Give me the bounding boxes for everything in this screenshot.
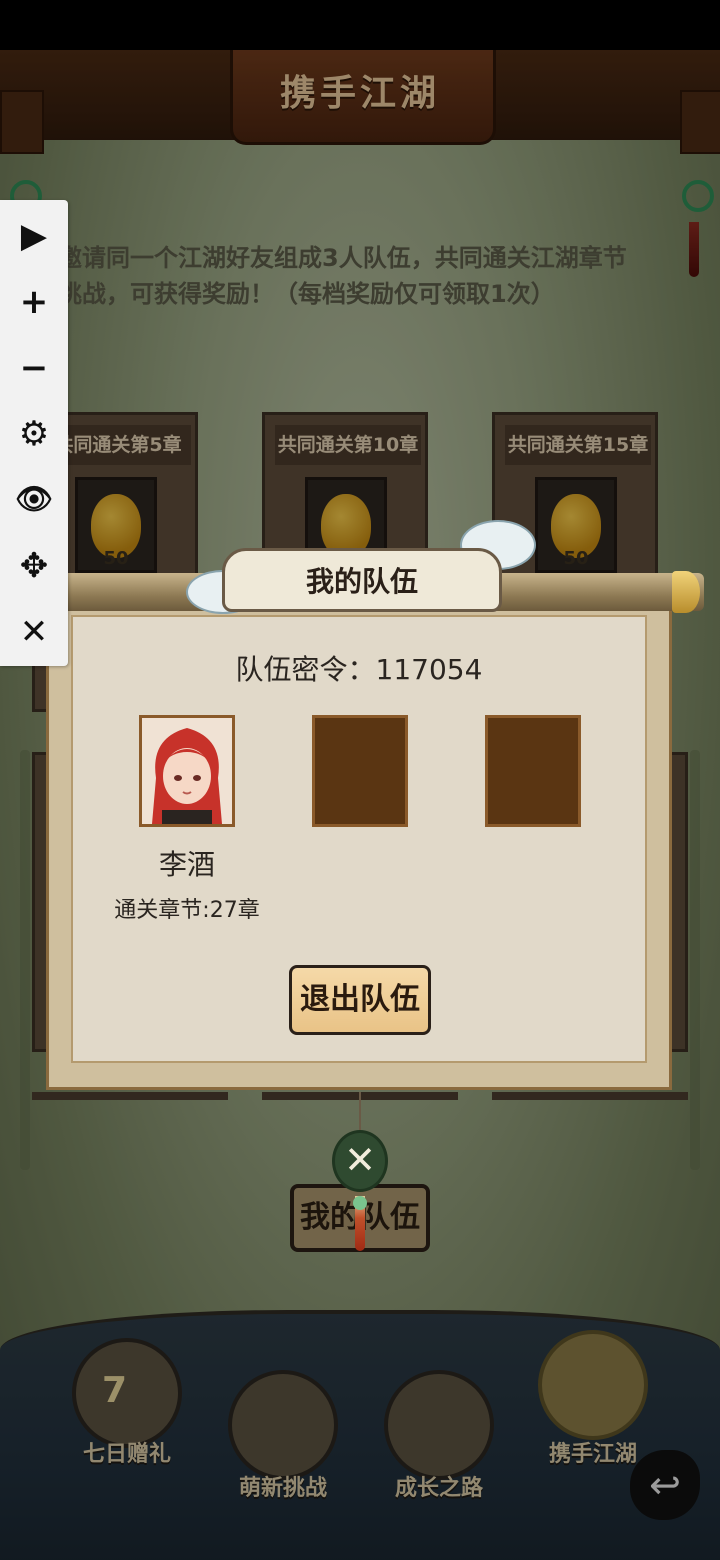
eye-icon[interactable]: 👁 — [14, 480, 54, 520]
member-slot[interactable] — [139, 715, 235, 827]
hang-string — [359, 1092, 361, 1132]
play-icon[interactable]: ▶ — [14, 216, 54, 256]
team-code: 队伍密令：117054 — [235, 653, 483, 686]
zoom-in-icon[interactable]: + — [14, 282, 54, 322]
dialog-title: 我的队伍 — [305, 565, 418, 598]
leave-team-button[interactable]: 退出队伍 — [289, 965, 431, 1035]
close-icon[interactable]: ✕ — [14, 612, 54, 652]
member-chapter: 通关章节:27章 — [114, 898, 260, 923]
jade-bead-icon — [353, 1196, 367, 1210]
member-name: 李酒 — [158, 848, 215, 881]
avatar — [142, 718, 232, 824]
close-dialog-icon[interactable]: ✕ — [332, 1130, 388, 1192]
rod-cap-right — [672, 571, 700, 613]
member-slot-empty[interactable] — [485, 715, 581, 827]
gear-icon[interactable]: ⚙ — [14, 414, 54, 454]
zoom-out-icon[interactable]: − — [14, 348, 54, 388]
floating-toolbar: ▶ + − ⚙ 👁 ✥ ✕ — [0, 200, 68, 666]
move-icon[interactable]: ✥ — [14, 546, 54, 586]
member-slot-empty[interactable] — [312, 715, 408, 827]
